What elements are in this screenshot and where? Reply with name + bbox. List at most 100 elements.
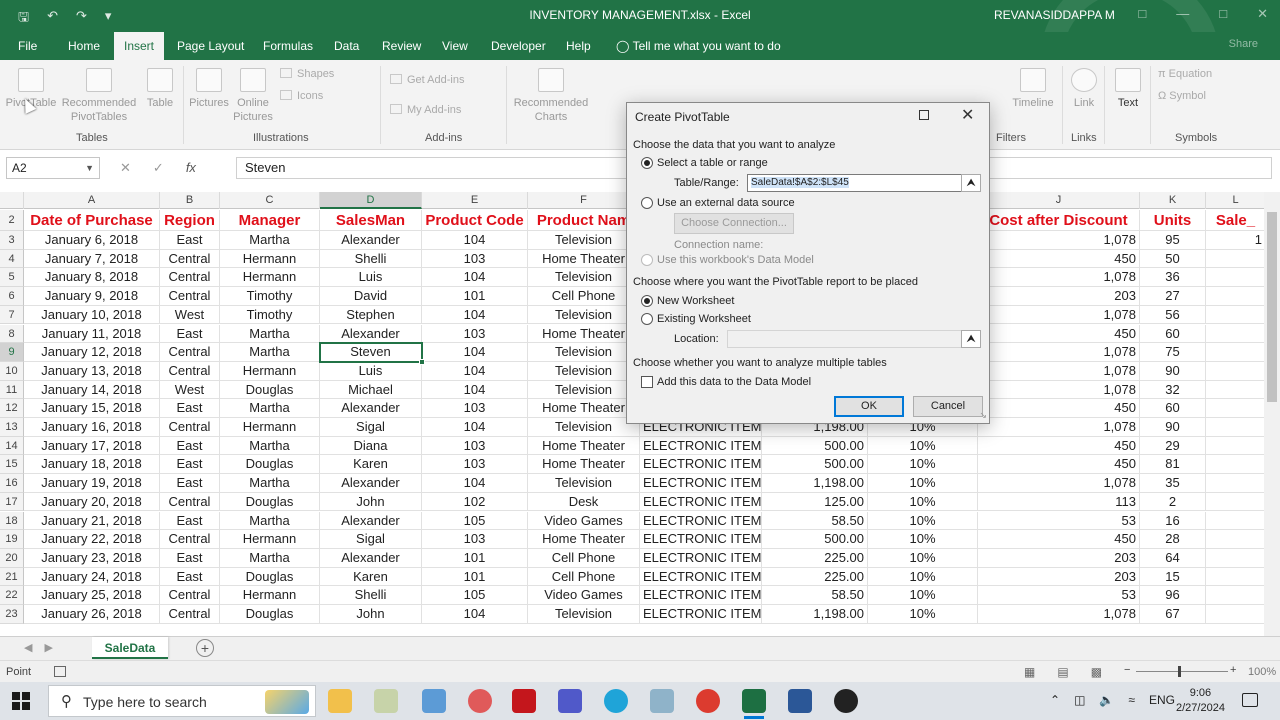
table-cell[interactable]: 60 xyxy=(1140,324,1206,344)
table-cell[interactable]: 1,078 xyxy=(978,474,1140,493)
table-cell[interactable]: 125.00 xyxy=(762,492,868,512)
table-cell[interactable]: Alexander xyxy=(320,399,422,418)
notifications-icon[interactable] xyxy=(1242,693,1258,707)
table-cell[interactable]: Martha xyxy=(220,436,320,456)
radio-new-worksheet[interactable] xyxy=(641,295,653,307)
column-header[interactable]: F xyxy=(528,192,640,209)
tab-file[interactable]: File xyxy=(18,32,37,60)
table-cell[interactable]: 225.00 xyxy=(762,548,868,568)
table-cell[interactable]: Martha xyxy=(220,343,320,362)
app-icon[interactable] xyxy=(650,689,674,713)
recommended-pivottables-button[interactable]: Recommended PivotTables xyxy=(58,68,140,124)
table-cell[interactable]: 450 xyxy=(978,249,1140,269)
select-range-label[interactable]: Select a table or range xyxy=(657,157,768,169)
table-cell[interactable]: 1,078 xyxy=(978,380,1140,400)
row-header[interactable]: 14 xyxy=(0,436,24,456)
location-input[interactable] xyxy=(727,330,963,348)
table-cell[interactable]: 75 xyxy=(1140,343,1206,362)
table-cell[interactable] xyxy=(1206,268,1264,288)
table-cell[interactable] xyxy=(1206,325,1264,344)
table-cell[interactable]: Alexander xyxy=(320,474,422,493)
table-cell[interactable]: Alexander xyxy=(320,324,422,344)
table-cell[interactable]: East xyxy=(160,474,220,493)
table-cell[interactable]: Martha xyxy=(220,474,320,493)
table-cell[interactable]: 10% xyxy=(868,474,978,493)
table-cell[interactable]: January 26, 2018 xyxy=(24,605,160,624)
table-cell[interactable]: 35 xyxy=(1140,474,1206,493)
table-cell[interactable]: 50 xyxy=(1140,249,1206,269)
table-cell[interactable]: Television xyxy=(528,418,640,437)
table-cell[interactable]: 103 xyxy=(422,530,528,549)
table-cell[interactable]: 101 xyxy=(422,567,528,587)
table-cell[interactable]: January 20, 2018 xyxy=(24,492,160,512)
row-header[interactable]: 19 xyxy=(0,530,24,549)
table-cell[interactable]: 64 xyxy=(1140,548,1206,568)
vertical-scrollbar[interactable] xyxy=(1264,192,1280,636)
table-cell[interactable]: East xyxy=(160,567,220,587)
header-cell[interactable]: Product Code xyxy=(422,210,528,231)
radio-external-source[interactable] xyxy=(641,197,653,209)
ribbon-display-icon[interactable]: □ xyxy=(1138,6,1146,22)
table-cell[interactable]: 1,078 xyxy=(978,305,1140,325)
table-cell[interactable]: Douglas xyxy=(220,455,320,475)
table-cell[interactable]: 1 xyxy=(1206,231,1264,250)
table-cell[interactable]: Home Theater xyxy=(528,455,640,475)
symbol-button[interactable]: Ω Symbol xyxy=(1158,90,1206,102)
table-range-input[interactable]: SaleData!$A$2:$L$45 xyxy=(747,174,963,192)
range-collapse-icon[interactable]: ⮝ xyxy=(961,174,981,192)
insert-function-icon[interactable]: fx xyxy=(186,160,196,176)
table-cell[interactable]: Television xyxy=(528,305,640,325)
row-header[interactable]: 22 xyxy=(0,586,24,605)
table-cell[interactable]: Television xyxy=(528,605,640,624)
network-icon[interactable]: ◫ xyxy=(1074,693,1085,707)
dialog-maximize-icon[interactable] xyxy=(919,110,929,120)
table-cell[interactable]: Television xyxy=(528,361,640,381)
table-cell[interactable]: 60 xyxy=(1140,399,1206,418)
table-cell[interactable] xyxy=(1206,530,1264,549)
table-cell[interactable]: Central xyxy=(160,287,220,306)
table-cell[interactable]: January 8, 2018 xyxy=(24,268,160,288)
table-cell[interactable]: Michael xyxy=(320,380,422,400)
table-cell[interactable]: 10% xyxy=(868,492,978,512)
table-cell[interactable]: Central xyxy=(160,268,220,288)
column-header[interactable]: E xyxy=(422,192,528,209)
new-sheet-button[interactable]: + xyxy=(196,639,214,657)
table-cell[interactable]: 1,078 xyxy=(978,268,1140,288)
share-button[interactable]: Share xyxy=(1229,38,1258,50)
page-layout-view-icon[interactable]: ▤ xyxy=(1057,665,1068,679)
table-cell[interactable]: 101 xyxy=(422,287,528,306)
table-cell[interactable]: Luis xyxy=(320,361,422,381)
table-cell[interactable] xyxy=(1206,437,1264,456)
close-icon[interactable]: ✕ xyxy=(1257,6,1268,22)
table-cell[interactable]: 104 xyxy=(422,343,528,362)
tab-developer[interactable]: Developer xyxy=(491,32,546,60)
table-cell[interactable]: 10% xyxy=(868,567,978,587)
table-cell[interactable]: Hermann xyxy=(220,418,320,437)
table-cell[interactable]: 27 xyxy=(1140,287,1206,306)
table-cell[interactable]: January 11, 2018 xyxy=(24,324,160,344)
table-cell[interactable]: Hermann xyxy=(220,268,320,288)
table-cell[interactable]: Shelli xyxy=(320,586,422,605)
table-cell[interactable]: 10% xyxy=(868,511,978,531)
tab-help[interactable]: Help xyxy=(566,32,591,60)
shapes-button[interactable]: Shapes xyxy=(280,68,334,80)
confirm-entry-icon[interactable]: ✓ xyxy=(153,160,164,176)
header-cell[interactable]: Region xyxy=(160,210,220,231)
table-cell[interactable]: 10% xyxy=(868,605,978,624)
table-cell[interactable]: Steven xyxy=(320,343,422,362)
normal-view-icon[interactable]: ▦ xyxy=(1024,665,1035,679)
table-cell[interactable]: Martha xyxy=(220,548,320,568)
taskbar-clock[interactable]: 9:06 2/27/2024 xyxy=(1176,686,1225,716)
recorder-icon[interactable] xyxy=(834,689,858,713)
table-cell[interactable] xyxy=(1206,549,1264,568)
volume-icon[interactable]: 🔈 xyxy=(1099,693,1114,707)
table-cell[interactable]: 104 xyxy=(422,231,528,250)
table-cell[interactable]: January 7, 2018 xyxy=(24,249,160,269)
table-cell[interactable]: East xyxy=(160,436,220,456)
table-cell[interactable]: 53 xyxy=(978,586,1140,605)
pictures-button[interactable]: Pictures xyxy=(186,68,232,110)
cancel-button[interactable]: Cancel xyxy=(913,396,983,417)
table-cell[interactable]: 10% xyxy=(868,548,978,568)
table-cell[interactable]: Home Theater xyxy=(528,324,640,344)
paint-app-icon[interactable] xyxy=(374,689,398,713)
